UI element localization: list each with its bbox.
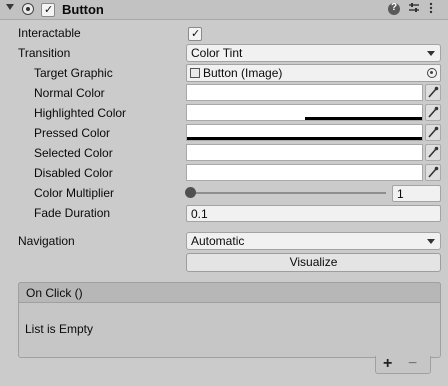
- eyedropper-icon[interactable]: [425, 144, 441, 161]
- normal-color-label: Normal Color: [34, 86, 105, 100]
- interactable-label: Interactable: [18, 26, 81, 40]
- checkmark-icon: ✓: [44, 4, 54, 16]
- eyedropper-icon[interactable]: [425, 124, 441, 141]
- eyedropper-icon[interactable]: [425, 164, 441, 181]
- remove-button[interactable]: −: [408, 355, 417, 373]
- navigation-dropdown[interactable]: Automatic: [186, 232, 441, 250]
- on-click-title: On Click (): [26, 286, 83, 300]
- on-click-header: On Click (): [18, 282, 441, 303]
- list-empty-text: List is Empty: [25, 322, 94, 336]
- eyedropper-icon[interactable]: [425, 104, 441, 121]
- fade-duration-label: Fade Duration: [34, 206, 111, 220]
- component-enabled-checkbox[interactable]: ✓: [41, 3, 55, 17]
- eyedropper-icon[interactable]: [425, 84, 441, 101]
- fade-duration-value: 0.1: [191, 207, 208, 221]
- image-icon: [190, 68, 200, 78]
- component-icon: [22, 3, 34, 15]
- checkmark-icon: ✓: [191, 28, 201, 40]
- selected-color-swatch[interactable]: [186, 144, 423, 161]
- interactable-checkbox[interactable]: ✓: [188, 27, 202, 41]
- pressed-color-label: Pressed Color: [34, 126, 111, 140]
- slider-track[interactable]: [190, 192, 386, 194]
- help-icon[interactable]: ?: [388, 2, 400, 15]
- disabled-color-swatch[interactable]: [186, 164, 423, 181]
- normal-color-swatch[interactable]: [186, 84, 423, 101]
- highlighted-color-label: Highlighted Color: [34, 106, 127, 120]
- fade-duration-input[interactable]: 0.1: [186, 205, 441, 222]
- slider-thumb[interactable]: [185, 187, 196, 198]
- pressed-color-swatch[interactable]: [186, 124, 423, 141]
- highlighted-color-swatch[interactable]: [186, 104, 423, 121]
- color-multiplier-value: 1: [397, 187, 404, 201]
- selected-color-label: Selected Color: [34, 146, 113, 160]
- object-picker-icon[interactable]: [427, 68, 437, 78]
- alpha-bar: [305, 117, 422, 120]
- target-graphic-field[interactable]: Button (Image): [186, 64, 441, 82]
- transition-value: Color Tint: [191, 46, 243, 60]
- alpha-bar: [187, 137, 422, 140]
- more-icon[interactable]: [428, 2, 434, 14]
- transition-dropdown[interactable]: Color Tint: [186, 44, 441, 62]
- color-multiplier-label: Color Multiplier: [34, 186, 115, 200]
- target-graphic-label: Target Graphic: [34, 66, 113, 80]
- navigation-value: Automatic: [191, 234, 245, 248]
- transition-label: Transition: [18, 46, 71, 60]
- component-title: Button: [62, 2, 104, 17]
- presets-icon[interactable]: [408, 2, 420, 14]
- navigation-label: Navigation: [18, 234, 75, 248]
- disabled-color-label: Disabled Color: [34, 166, 113, 180]
- add-button[interactable]: +: [383, 355, 392, 373]
- visualize-button[interactable]: Visualize: [186, 253, 441, 272]
- foldout-arrow-icon[interactable]: [6, 4, 14, 10]
- chevron-down-icon: [427, 51, 435, 56]
- chevron-down-icon: [427, 239, 435, 244]
- color-multiplier-input[interactable]: 1: [392, 185, 441, 202]
- target-graphic-value: Button (Image): [203, 66, 283, 80]
